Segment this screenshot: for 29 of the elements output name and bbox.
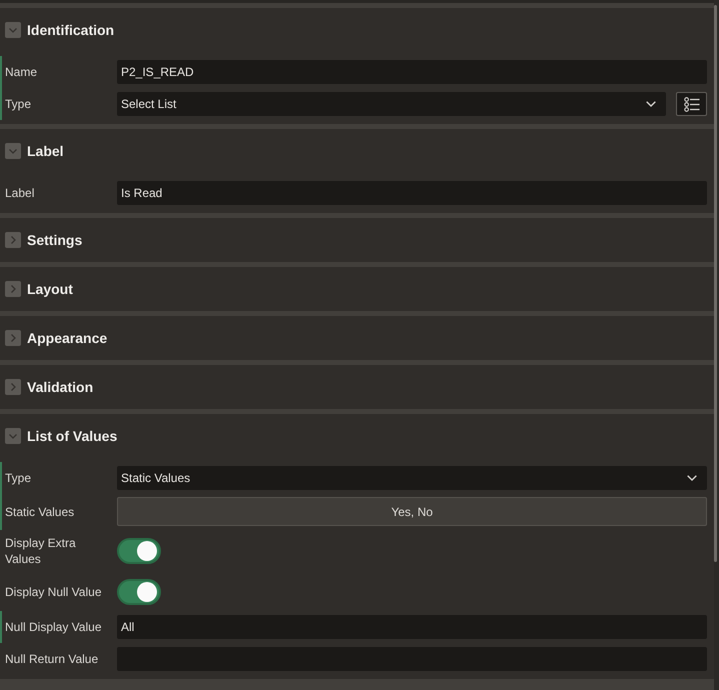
chevron-down-icon <box>687 475 697 481</box>
field-label: Null Display Value <box>5 619 102 635</box>
section-header-button[interactable]: Appearance <box>5 330 108 346</box>
field-label: Null Return Value <box>5 651 98 667</box>
static-values-button[interactable]: Yes, No <box>117 497 707 526</box>
field-label: Name <box>5 64 38 80</box>
text-field[interactable]: P2_IS_READ <box>117 60 707 84</box>
section-header-button[interactable]: Identification <box>5 22 114 38</box>
select-field[interactable]: Static Values <box>117 466 707 490</box>
toggle-switch[interactable] <box>117 538 161 564</box>
field-label: Display Null Value <box>5 584 102 600</box>
select-field[interactable]: Select List <box>117 92 666 116</box>
section-header-button[interactable]: Settings <box>5 232 82 248</box>
field-label: Display Extra Values <box>5 535 77 567</box>
chevron-down-icon <box>646 101 656 107</box>
field-label: Label <box>5 185 34 201</box>
scrollbar-thumb[interactable] <box>714 5 717 562</box>
toggle-switch[interactable] <box>117 579 161 605</box>
text-field[interactable]: Is Read <box>117 181 707 205</box>
bulleted-list-icon <box>684 96 700 112</box>
section-header-button[interactable]: Layout <box>5 281 73 297</box>
section-header-button[interactable]: Validation <box>5 379 94 395</box>
list-picker-button[interactable] <box>676 92 707 116</box>
field-label: Type <box>5 96 32 112</box>
section-header-button[interactable]: List of Values <box>5 428 118 444</box>
section-header-button[interactable]: Label <box>5 143 64 159</box>
field-label: Type <box>5 470 32 486</box>
field-label: Static Values <box>5 504 74 520</box>
text-field[interactable]: All <box>117 615 707 639</box>
